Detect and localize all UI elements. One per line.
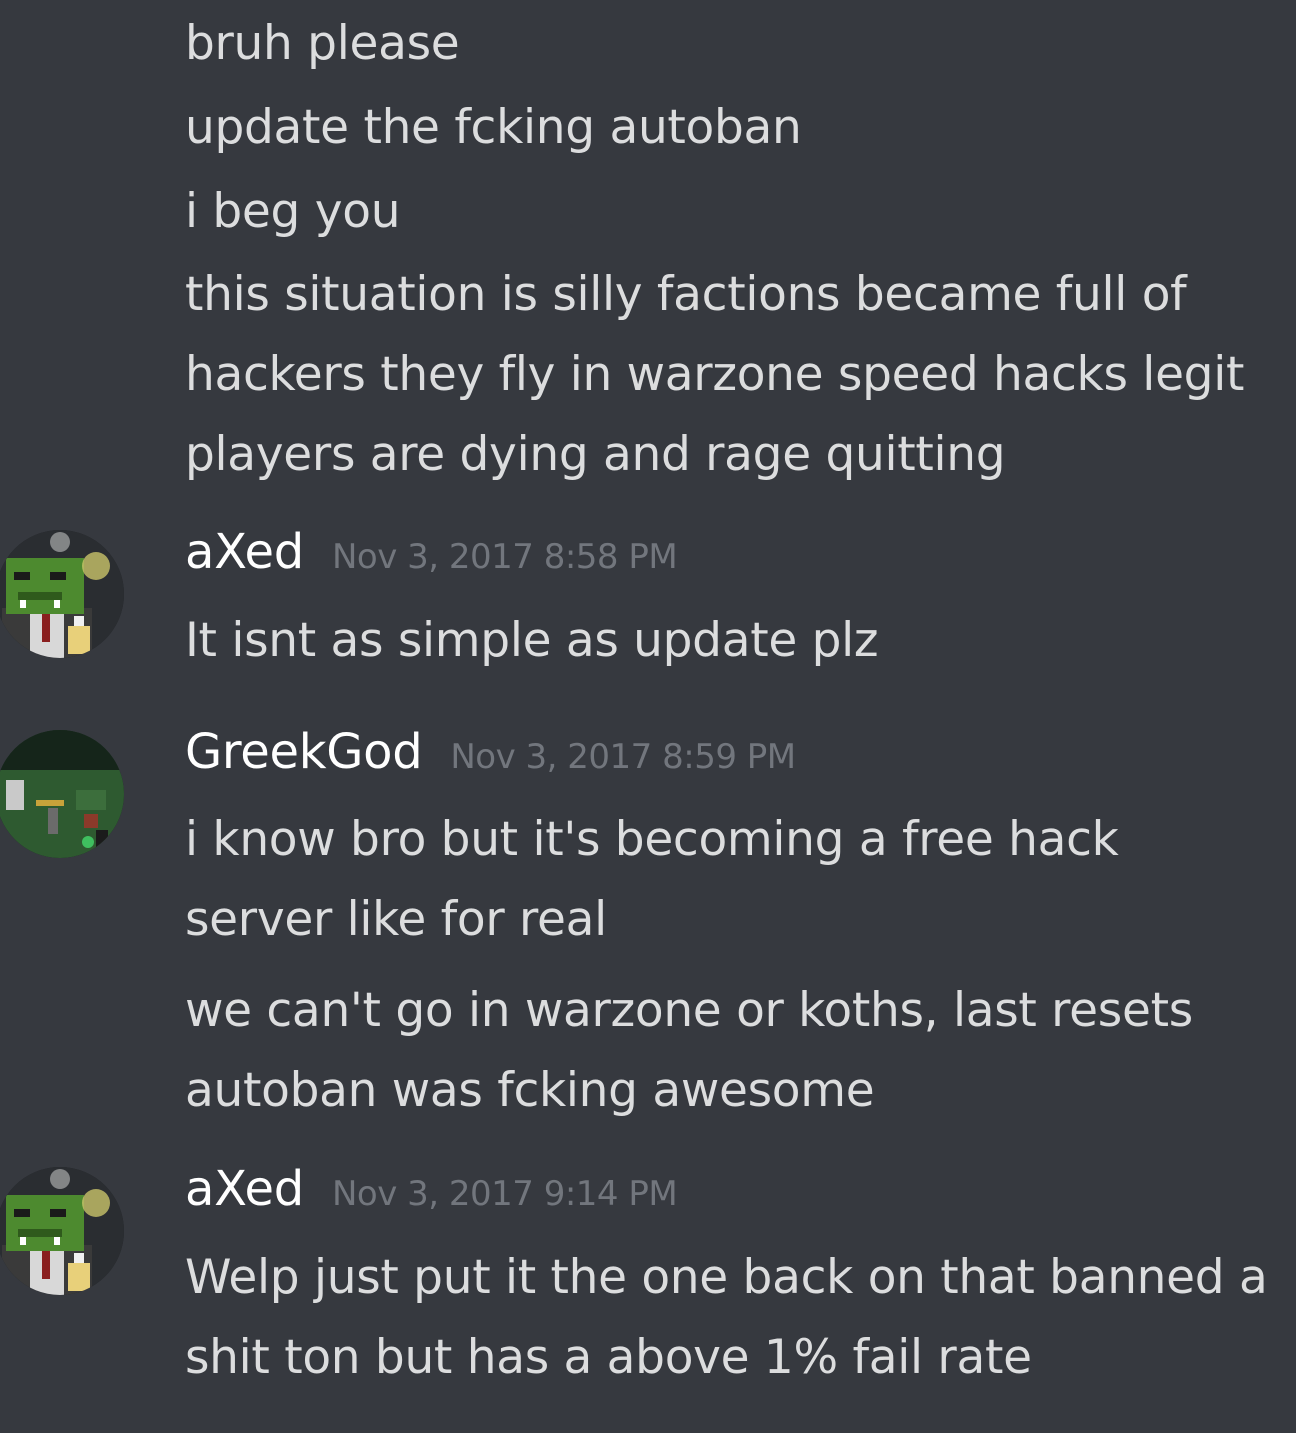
avatar[interactable] [0, 730, 124, 858]
message-text: Welp just put it the one back on that ba… [185, 1250, 1268, 1385]
username[interactable]: aXed [185, 524, 304, 580]
message-text: i beg you [185, 184, 401, 239]
message-text: we can't go in warzone or koths, last re… [185, 983, 1193, 1118]
avatar[interactable] [0, 1167, 124, 1295]
orc-avatar-icon [0, 530, 124, 658]
message-header: aXed Nov 3, 2017 8:58 PM [185, 524, 678, 580]
avatar[interactable] [0, 530, 124, 658]
message-text: It isnt as simple as update plz [185, 613, 879, 668]
orc-avatar-icon [0, 1167, 124, 1295]
username[interactable]: aXed [185, 1161, 304, 1217]
timestamp: Nov 3, 2017 8:59 PM [450, 737, 796, 777]
message-header: GreekGod Nov 3, 2017 8:59 PM [185, 724, 796, 780]
timestamp: Nov 3, 2017 9:14 PM [331, 1174, 678, 1214]
message-text: update the fcking autoban [185, 100, 802, 155]
message-text: this situation is silly factions became … [185, 267, 1245, 482]
username[interactable]: GreekGod [185, 724, 423, 780]
minecraft-scene-avatar-icon [0, 730, 124, 858]
timestamp: Nov 3, 2017 8:58 PM [331, 537, 678, 577]
message-header: aXed Nov 3, 2017 9:14 PM [185, 1161, 678, 1217]
message-text: bruh please [185, 16, 460, 71]
message-text: i know bro but it's becoming a free hack… [185, 812, 1119, 947]
